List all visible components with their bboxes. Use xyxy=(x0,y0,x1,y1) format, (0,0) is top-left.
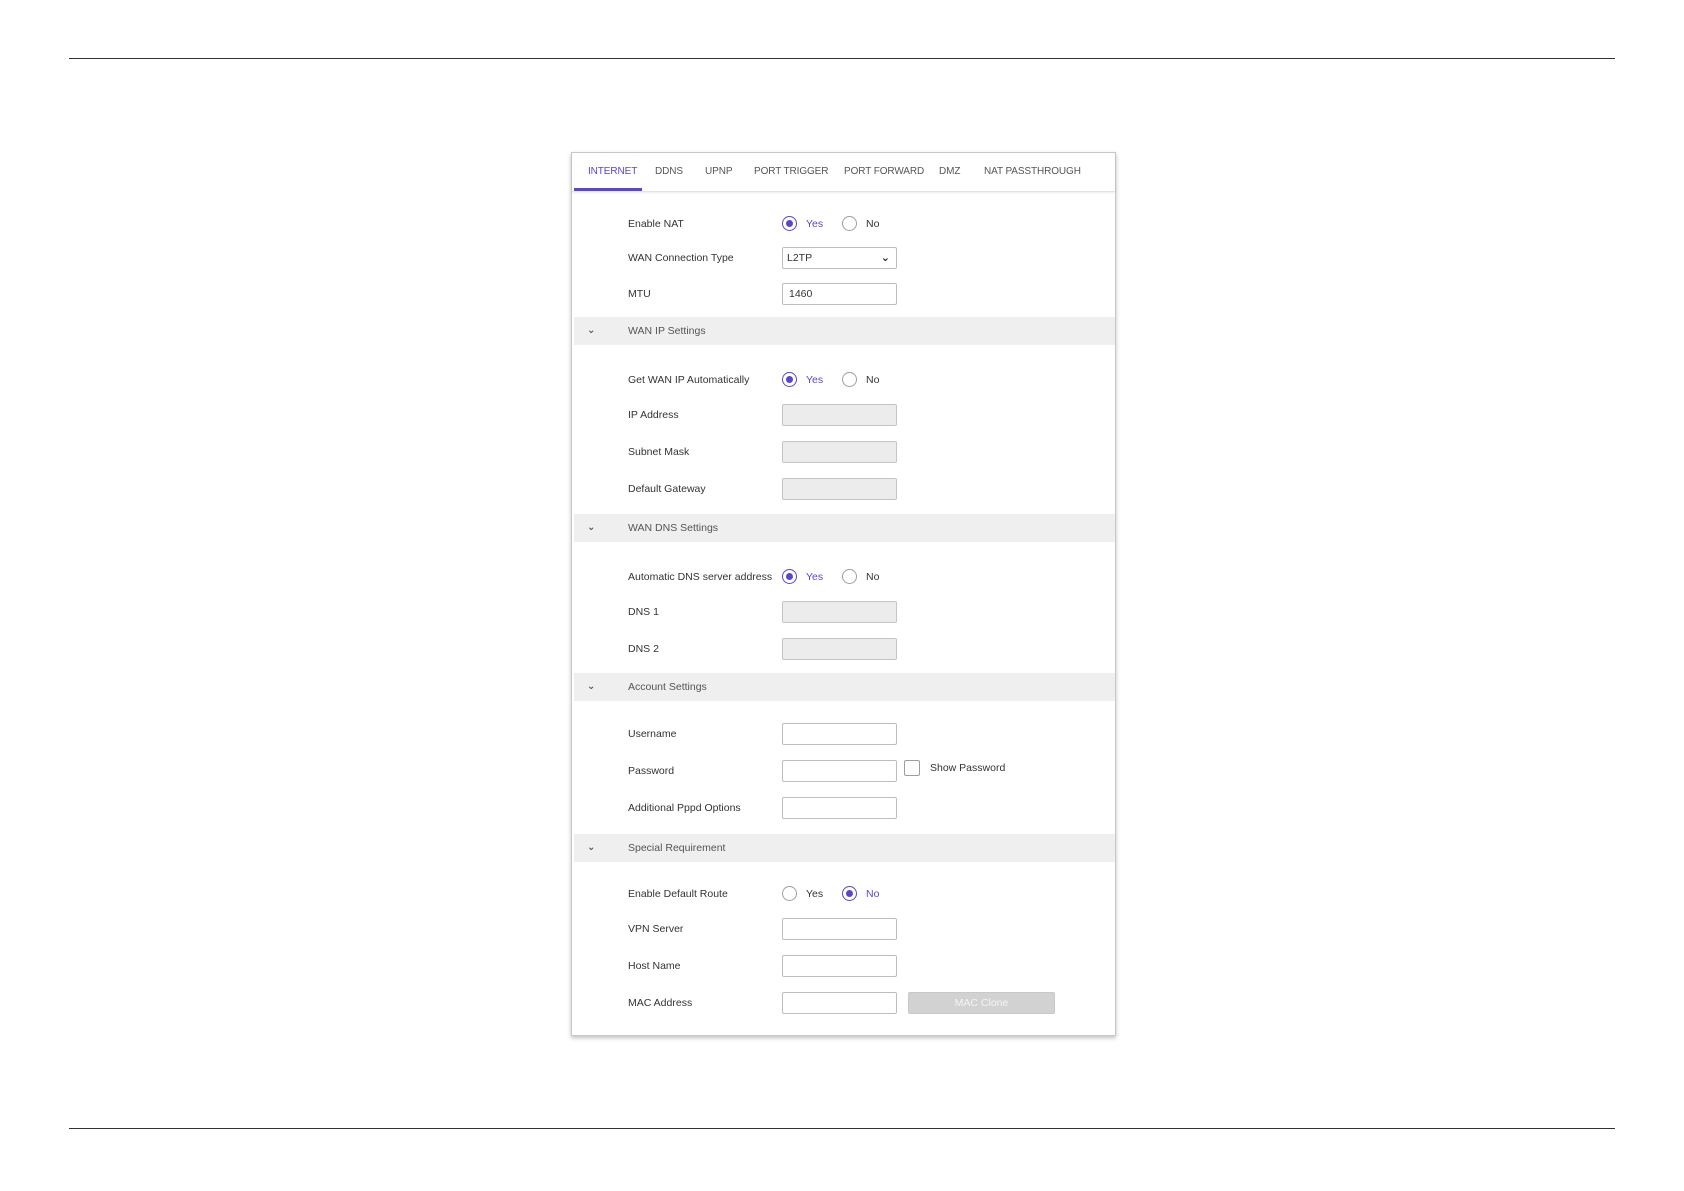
radio-selected-icon xyxy=(842,886,857,901)
wan-dns-section-header[interactable]: ⌄ WAN DNS Settings xyxy=(574,514,1115,542)
special-section-header[interactable]: ⌄ Special Requirement xyxy=(574,834,1115,862)
default-gateway-label: Default Gateway xyxy=(628,483,706,495)
pppd-options-input[interactable] xyxy=(782,797,897,819)
radio-label: No xyxy=(866,888,880,900)
tab-nat-passthrough[interactable]: NAT PASSTHROUGH xyxy=(984,153,1081,191)
radio-selected-icon xyxy=(782,216,797,231)
tab-ddns[interactable]: DDNS xyxy=(655,153,683,191)
show-password-label: Show Password xyxy=(930,762,1006,774)
username-input[interactable] xyxy=(782,723,897,745)
radio-label: Yes xyxy=(806,571,824,583)
radio-unselected-icon xyxy=(782,886,797,901)
section-title: WAN IP Settings xyxy=(628,325,706,337)
vpn-server-row: VPN Server xyxy=(572,918,1115,940)
section-title: WAN DNS Settings xyxy=(628,522,719,534)
ip-address-label: IP Address xyxy=(628,409,679,421)
section-title: Special Requirement xyxy=(628,842,726,854)
dns2-input xyxy=(782,638,897,660)
tab-upnp[interactable]: UPNP xyxy=(705,153,732,191)
mac-address-row: MAC Address MAC Clone xyxy=(572,992,1115,1014)
wan-type-select[interactable]: L2TP ⌄ xyxy=(782,247,897,269)
tab-dmz[interactable]: DMZ xyxy=(939,153,960,191)
wan-type-value: L2TP xyxy=(787,252,813,264)
mac-clone-button[interactable]: MAC Clone xyxy=(908,992,1055,1014)
chevron-down-icon: ⌄ xyxy=(587,842,596,853)
username-label: Username xyxy=(628,728,677,740)
tab-bar: INTERNET DDNS UPNP PORT TRIGGER PORT FOR… xyxy=(572,153,1115,192)
wan-type-label: WAN Connection Type xyxy=(628,252,734,264)
password-label: Password xyxy=(628,765,675,777)
radio-unselected-icon xyxy=(842,216,857,231)
enable-nat-row: Enable NAT Yes No xyxy=(572,213,1115,235)
bottom-divider xyxy=(69,1128,1615,1129)
active-tab-indicator xyxy=(574,188,642,191)
pppd-options-label: Additional Pppd Options xyxy=(628,802,741,814)
ip-address-row: IP Address xyxy=(572,404,1115,426)
auto-dns-label: Automatic DNS server address xyxy=(628,571,773,583)
top-divider xyxy=(69,58,1615,59)
dns1-input xyxy=(782,601,897,623)
mac-address-label: MAC Address xyxy=(628,997,693,1009)
host-name-input[interactable] xyxy=(782,955,897,977)
radio-unselected-icon xyxy=(842,569,857,584)
vpn-server-input[interactable] xyxy=(782,918,897,940)
password-input[interactable] xyxy=(782,760,897,782)
radio-label: No xyxy=(866,374,880,386)
tab-internet[interactable]: INTERNET xyxy=(588,153,637,191)
subnet-mask-row: Subnet Mask xyxy=(572,441,1115,463)
radio-label: Yes xyxy=(806,374,824,386)
wan-ip-section-header[interactable]: ⌄ WAN IP Settings xyxy=(574,317,1115,345)
show-password-checkbox[interactable] xyxy=(904,760,920,776)
dns2-label: DNS 2 xyxy=(628,643,659,655)
enable-nat-label: Enable NAT xyxy=(628,218,684,230)
default-route-row: Enable Default Route Yes No xyxy=(572,883,1115,905)
radio-label: No xyxy=(866,571,880,583)
mtu-row: MTU 1460 xyxy=(572,283,1115,305)
vpn-server-label: VPN Server xyxy=(628,923,684,935)
default-gateway-row: Default Gateway xyxy=(572,478,1115,500)
host-name-label: Host Name xyxy=(628,960,681,972)
radio-label: Yes xyxy=(806,218,824,230)
default-route-label: Enable Default Route xyxy=(628,888,728,900)
default-gateway-input xyxy=(782,478,897,500)
password-row: Password Show Password xyxy=(572,760,1115,782)
dns1-row: DNS 1 xyxy=(572,601,1115,623)
pppd-options-row: Additional Pppd Options xyxy=(572,797,1115,819)
dns2-row: DNS 2 xyxy=(572,638,1115,660)
subnet-mask-input xyxy=(782,441,897,463)
internet-settings-panel: INTERNET DDNS UPNP PORT TRIGGER PORT FOR… xyxy=(571,152,1116,1036)
radio-selected-icon xyxy=(782,372,797,387)
radio-selected-icon xyxy=(782,569,797,584)
auto-dns-row: Automatic DNS server address Yes No xyxy=(572,566,1115,588)
wan-ip-auto-row: Get WAN IP Automatically Yes No xyxy=(572,369,1115,391)
section-title: Account Settings xyxy=(628,681,707,693)
wan-ip-auto-label: Get WAN IP Automatically xyxy=(628,374,750,386)
radio-unselected-icon xyxy=(842,372,857,387)
wan-type-row: WAN Connection Type L2TP ⌄ xyxy=(572,247,1115,269)
mtu-label: MTU xyxy=(628,288,651,300)
chevron-down-icon: ⌄ xyxy=(587,325,596,336)
chevron-down-icon: ⌄ xyxy=(587,681,596,692)
mtu-input[interactable]: 1460 xyxy=(782,283,897,305)
account-section-header[interactable]: ⌄ Account Settings xyxy=(574,673,1115,701)
username-row: Username xyxy=(572,723,1115,745)
tab-port-forward[interactable]: PORT FORWARD xyxy=(844,153,924,191)
chevron-down-icon: ⌄ xyxy=(880,252,890,264)
radio-label: No xyxy=(866,218,880,230)
chevron-down-icon: ⌄ xyxy=(587,522,596,533)
tab-port-trigger[interactable]: PORT TRIGGER xyxy=(754,153,828,191)
dns1-label: DNS 1 xyxy=(628,606,659,618)
host-name-row: Host Name xyxy=(572,955,1115,977)
subnet-mask-label: Subnet Mask xyxy=(628,446,690,458)
mac-address-input[interactable] xyxy=(782,992,897,1014)
radio-label: Yes xyxy=(806,888,824,900)
ip-address-input xyxy=(782,404,897,426)
